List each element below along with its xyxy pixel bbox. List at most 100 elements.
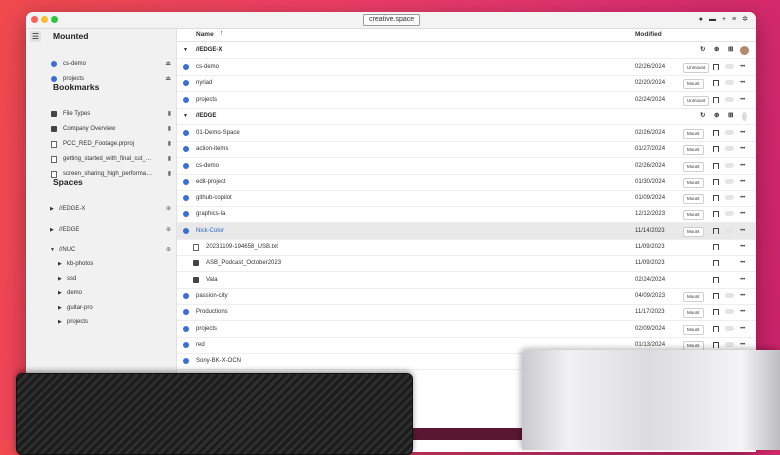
bookmark-icon[interactable]: ▮ [168,123,171,136]
unmount-button[interactable]: Unmount [683,95,710,106]
table-row[interactable]: cs-demo 02/26/2024 Mount ••• [177,158,756,175]
bookmark-icon[interactable] [713,244,719,250]
bookmark-icon[interactable]: ▮ [168,168,171,181]
more-icon[interactable]: ••• [740,239,745,255]
table-row[interactable]: edit-project 01/30/2024 Mount ••• [177,174,756,191]
more-icon[interactable]: ••• [740,304,745,320]
table-row[interactable]: passion-city 04/09/2023 Mount ••• [177,288,756,305]
caret-right-icon[interactable]: ▶ [50,203,54,216]
toggle-switch[interactable] [725,80,734,86]
bookmark-icon[interactable] [713,96,719,103]
name-column-header[interactable]: Name [196,31,214,38]
toggle-switch[interactable] [725,211,734,217]
sidebar-item[interactable]: ssd ▶ [58,273,179,286]
mount-button[interactable]: Mount [683,194,704,205]
modified-column-header[interactable]: Modified [635,31,662,38]
more-icon[interactable]: ••• [740,223,745,239]
mount-button[interactable]: Mount [683,177,704,188]
toggle-switch[interactable] [725,341,734,347]
chevron-down-icon[interactable]: ▼ [183,42,188,58]
more-icon[interactable]: ••• [740,288,745,304]
toggle-switch[interactable] [725,195,734,201]
sidebar-item[interactable]: PCC_RED_Footage.prproj ▮ [51,138,171,151]
toggle-switch[interactable] [725,129,734,135]
mount-button[interactable]: Mount [683,308,704,319]
more-icon[interactable]: ••• [740,141,745,157]
bookmark-icon[interactable] [713,276,719,283]
more-icon[interactable]: ••• [740,75,745,91]
list-item[interactable]: 20231109-194658_USB.txt 11/09/2023 ••• [177,239,756,256]
table-row[interactable]: graphics-la 12/12/2023 Mount ••• [177,206,756,224]
bookmark-icon[interactable] [713,292,719,299]
mount-button[interactable]: Mount [683,210,704,221]
bookmark-icon[interactable] [713,162,719,169]
mount-button[interactable]: Mount [683,128,704,139]
unmount-button[interactable]: Unmount [683,63,710,73]
bookmark-icon[interactable] [713,341,719,348]
avatar[interactable] [742,111,747,121]
more-icon[interactable]: ••• [740,255,745,271]
toggle-switch[interactable] [725,309,734,315]
globe-icon[interactable]: ⊕ [166,244,171,257]
bookmark-icon[interactable] [713,227,719,234]
arrow-up-icon[interactable]: ↑ [220,30,224,37]
minimize-window-button[interactable] [41,16,48,23]
caret-right-icon[interactable]: ▶ [58,316,62,329]
bookmark-icon[interactable] [713,211,719,218]
table-row[interactable]: action-items 01/27/2024 Mount ••• [177,141,756,159]
table-row[interactable]: projects 02/09/2024 Mount ••• [177,321,756,338]
bookmark-icon[interactable] [713,325,719,332]
bookmark-icon[interactable]: ▮ [168,138,171,151]
eject-icon[interactable]: ⏏ [165,58,171,71]
caret-down-icon[interactable]: ▼ [50,244,55,257]
more-icon[interactable]: ••• [740,158,745,174]
eject-icon[interactable]: ⏏ [165,73,171,86]
sidebar-item[interactable]: Company Overview ▮ [51,123,171,136]
list-item[interactable]: ASB_Podcast_October2023 11/09/2023 ••• [177,255,756,273]
sidebar-item[interactable]: File Types ▮ [51,108,171,121]
table-row[interactable]: nyriad 02/20/2024 Mount ••• [177,75,756,93]
folder-icon[interactable]: ▬ [709,15,716,25]
close-window-button[interactable] [31,16,38,23]
sidebar-item[interactable]: //NUC ⊕ ▼ [50,244,171,257]
caret-right-icon[interactable]: ▶ [58,302,62,315]
bookmark-icon[interactable] [713,129,719,136]
space-group-header[interactable]: ▼ //EDGE-X ↻ ⊕ ⊞ [177,42,756,59]
refresh-icon[interactable]: ↻ [700,42,705,58]
mount-button[interactable]: Mount [683,226,704,237]
bookmark-icon[interactable] [713,80,719,87]
bookmark-icon[interactable] [713,146,719,153]
globe-icon[interactable]: ⊕ [714,42,719,58]
bookmark-icon[interactable]: ▮ [168,153,171,166]
gear-icon[interactable]: ✲ [742,15,748,25]
more-icon[interactable]: ••• [740,125,745,141]
caret-right-icon[interactable]: ▶ [58,287,62,300]
toggle-switch[interactable] [725,325,734,331]
more-icon[interactable]: ••• [740,174,745,190]
add-icon[interactable]: + [722,15,726,25]
globe-icon[interactable]: ⊕ [166,203,171,216]
zoom-window-button[interactable] [51,16,58,23]
bookmark-icon[interactable] [713,64,719,70]
mount-button[interactable]: Mount [683,324,704,335]
table-row[interactable]: projects 02/24/2024 Unmount ••• [177,92,756,109]
table-row[interactable]: Productions 11/17/2023 Mount ••• [177,304,756,322]
grid-icon[interactable]: ⊞ [728,108,733,124]
caret-right-icon[interactable]: ▶ [50,224,54,237]
sidebar-item[interactable]: kb-photos ▶ [58,258,179,271]
toggle-switch[interactable] [725,96,734,102]
sidebar-item[interactable]: guitar-pro ▶ [58,302,179,315]
more-icon[interactable]: ••• [740,92,745,108]
space-group-header[interactable]: ▼ //EDGE ↻ ⊕ ⊞ [177,108,756,125]
caret-right-icon[interactable]: ▶ [58,258,62,271]
table-row[interactable]: Nick-Color 11/14/2023 Mount ••• [177,222,756,240]
more-icon[interactable]: ••• [740,206,745,222]
table-row[interactable]: cs-demo 02/26/2024 Unmount ••• [177,59,756,76]
globe-icon[interactable]: ⊕ [714,108,719,124]
sidebar-item[interactable]: demo ▶ [58,287,179,300]
sidebar-item[interactable]: getting_started_with_final_cut_pr... ▮ [51,153,171,166]
bookmark-icon[interactable]: ▮ [168,108,171,121]
help-icon[interactable]: ● [699,15,703,25]
sidebar-item[interactable]: //EDGE-X ⊕ ▶ [50,203,171,216]
bookmark-icon[interactable] [713,178,719,185]
